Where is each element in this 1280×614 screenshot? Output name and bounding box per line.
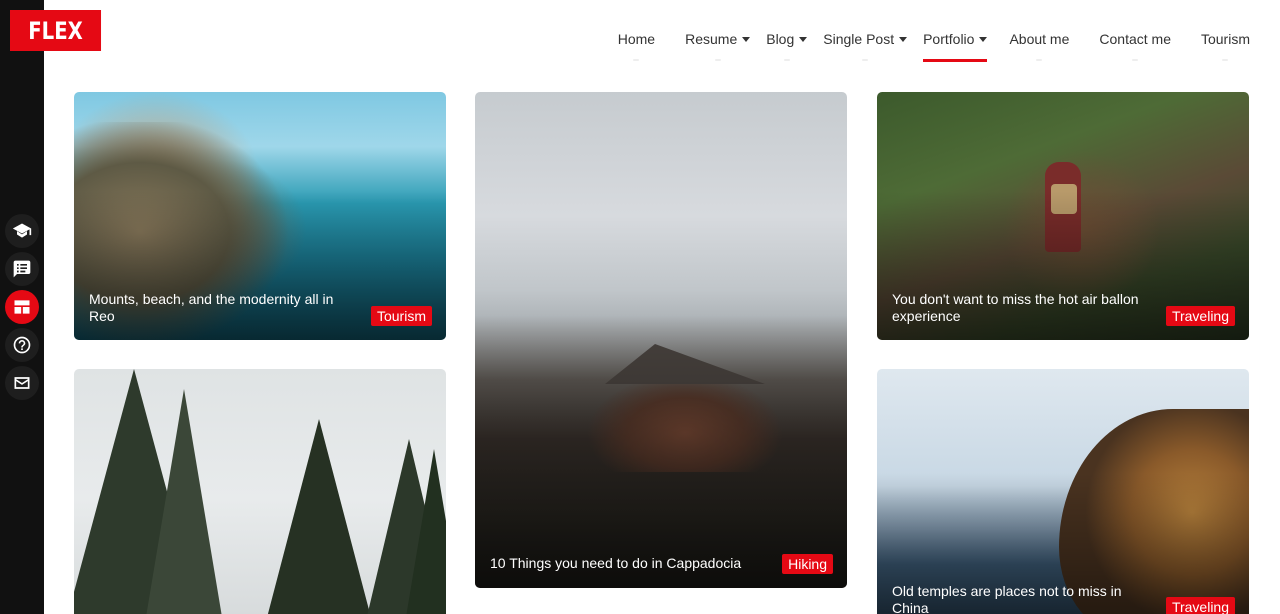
nav-label: Tourism: [1200, 31, 1250, 47]
nav-indicator: [783, 59, 790, 61]
caret-down-icon: [979, 36, 988, 42]
card-tag[interactable]: Tourism: [370, 306, 432, 326]
card-title: Mounts, beach, and the modernity all in …: [89, 291, 334, 324]
caret-down-icon: [899, 36, 908, 42]
nav-label: Portfolio: [923, 31, 975, 47]
nav-indicator: [862, 59, 869, 61]
nav-label: Contact me: [1099, 31, 1171, 47]
help-icon[interactable]: [5, 328, 39, 362]
card-title: You don't want to miss the hot air ballo…: [892, 291, 1139, 324]
card-overlay: [475, 290, 847, 588]
side-icon-menu: [5, 214, 39, 400]
nav-label: About me: [1009, 31, 1070, 47]
nav-item-about[interactable]: About me: [1009, 28, 1070, 61]
nav-label: Home: [617, 31, 656, 47]
logo[interactable]: FLEX: [10, 10, 102, 51]
nav-indicator: [1132, 59, 1139, 61]
portfolio-card[interactable]: Old temples are places not to miss in Ch…: [877, 369, 1249, 614]
card-title: 10 Things you need to do in Cappadocia: [490, 555, 742, 571]
blog-icon[interactable]: [5, 252, 39, 286]
nav-indicator: [633, 59, 640, 61]
nav-item-home[interactable]: Home: [617, 28, 656, 61]
nav-indicator: [1036, 59, 1043, 61]
card-image: [404, 449, 446, 614]
nav-item-portfolio[interactable]: Portfolio: [923, 28, 988, 62]
nav-item-single-post[interactable]: Single Post: [823, 28, 908, 61]
nav-item-contact[interactable]: Contact me: [1099, 28, 1171, 61]
card-title: Old temples are places not to miss in Ch…: [892, 583, 1122, 614]
portfolio-card[interactable]: Mounts, beach, and the modernity all in …: [74, 92, 446, 340]
card-tag[interactable]: Traveling: [1165, 306, 1235, 326]
main-nav: Home Resume Blog Single Post Portfolio A…: [617, 28, 1250, 62]
nav-item-tourism[interactable]: Tourism: [1200, 28, 1250, 61]
card-image: [264, 419, 374, 614]
portfolio-icon[interactable]: [5, 290, 39, 324]
portfolio-card[interactable]: You don't want to miss the hot air ballo…: [877, 92, 1249, 340]
portfolio-card[interactable]: [74, 369, 446, 614]
mail-icon[interactable]: [5, 366, 39, 400]
caret-down-icon: [742, 36, 751, 42]
nav-indicator: [714, 59, 721, 61]
card-tag[interactable]: Traveling: [1165, 597, 1235, 614]
nav-label: Resume: [685, 31, 738, 47]
portfolio-card[interactable]: 10 Things you need to do in Cappadocia H…: [475, 92, 847, 588]
nav-item-blog[interactable]: Blog: [766, 28, 808, 61]
nav-item-resume[interactable]: Resume: [685, 28, 751, 61]
nav-indicator: [1222, 59, 1229, 61]
caret-down-icon: [799, 36, 808, 42]
card-image: [144, 389, 224, 614]
card-tag[interactable]: Hiking: [782, 554, 833, 574]
nav-label: Blog: [766, 31, 795, 47]
graduation-cap-icon[interactable]: [5, 214, 39, 248]
nav-label: Single Post: [823, 31, 895, 47]
